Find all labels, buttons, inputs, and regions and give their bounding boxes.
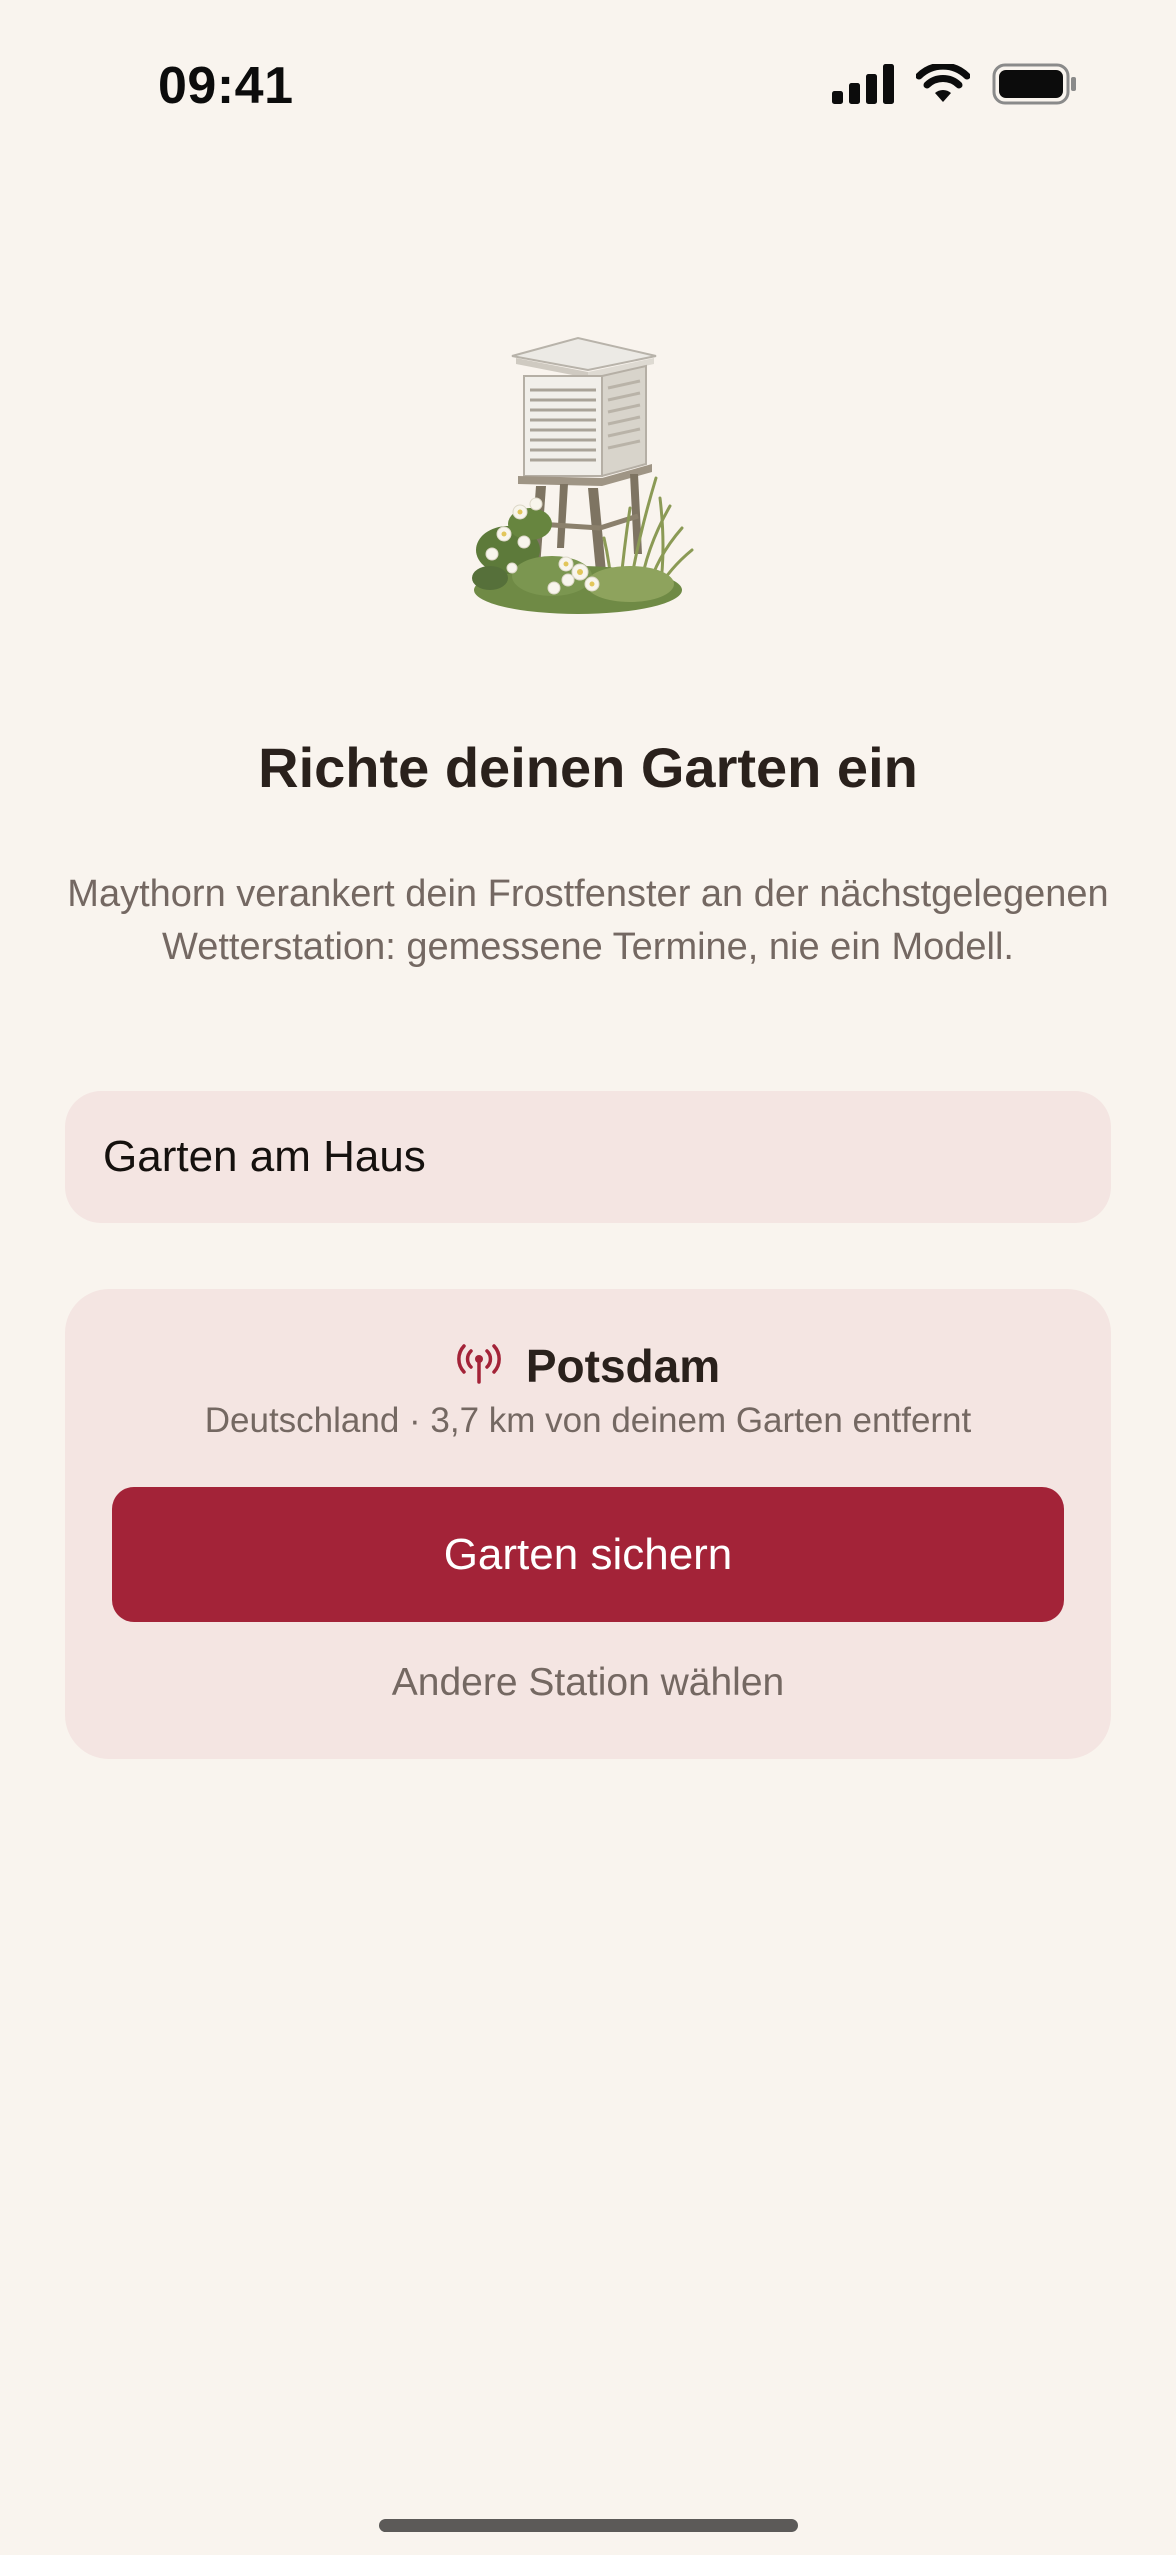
garden-name-field[interactable] — [65, 1091, 1111, 1223]
garden-name-input[interactable] — [103, 1132, 1073, 1182]
choose-other-station-link[interactable]: Andere Station wählen — [65, 1661, 1111, 1705]
status-icons — [832, 62, 1078, 110]
weather-station-illustration — [460, 328, 716, 618]
station-name: Potsdam — [525, 1340, 721, 1392]
status-bar: 09:41 — [0, 0, 1176, 170]
station-header: Potsdam — [65, 1339, 1111, 1393]
battery-icon — [992, 63, 1078, 110]
antenna-icon — [456, 1343, 502, 1389]
status-time: 09:41 — [158, 57, 294, 115]
cellular-signal-icon — [832, 63, 894, 109]
home-indicator — [379, 2519, 798, 2532]
page-title: Richte deinen Garten ein — [258, 736, 918, 799]
wifi-icon — [915, 62, 971, 109]
station-card: Potsdam Deutschland · 3,7 km von deinem … — [65, 1289, 1111, 1759]
page-description: Maythorn verankert dein Frostfenster an … — [67, 873, 1109, 968]
station-distance: Deutschland · 3,7 km von deinem Garten e… — [204, 1401, 972, 1440]
save-garden-button[interactable]: Garten sichern — [112, 1487, 1064, 1622]
